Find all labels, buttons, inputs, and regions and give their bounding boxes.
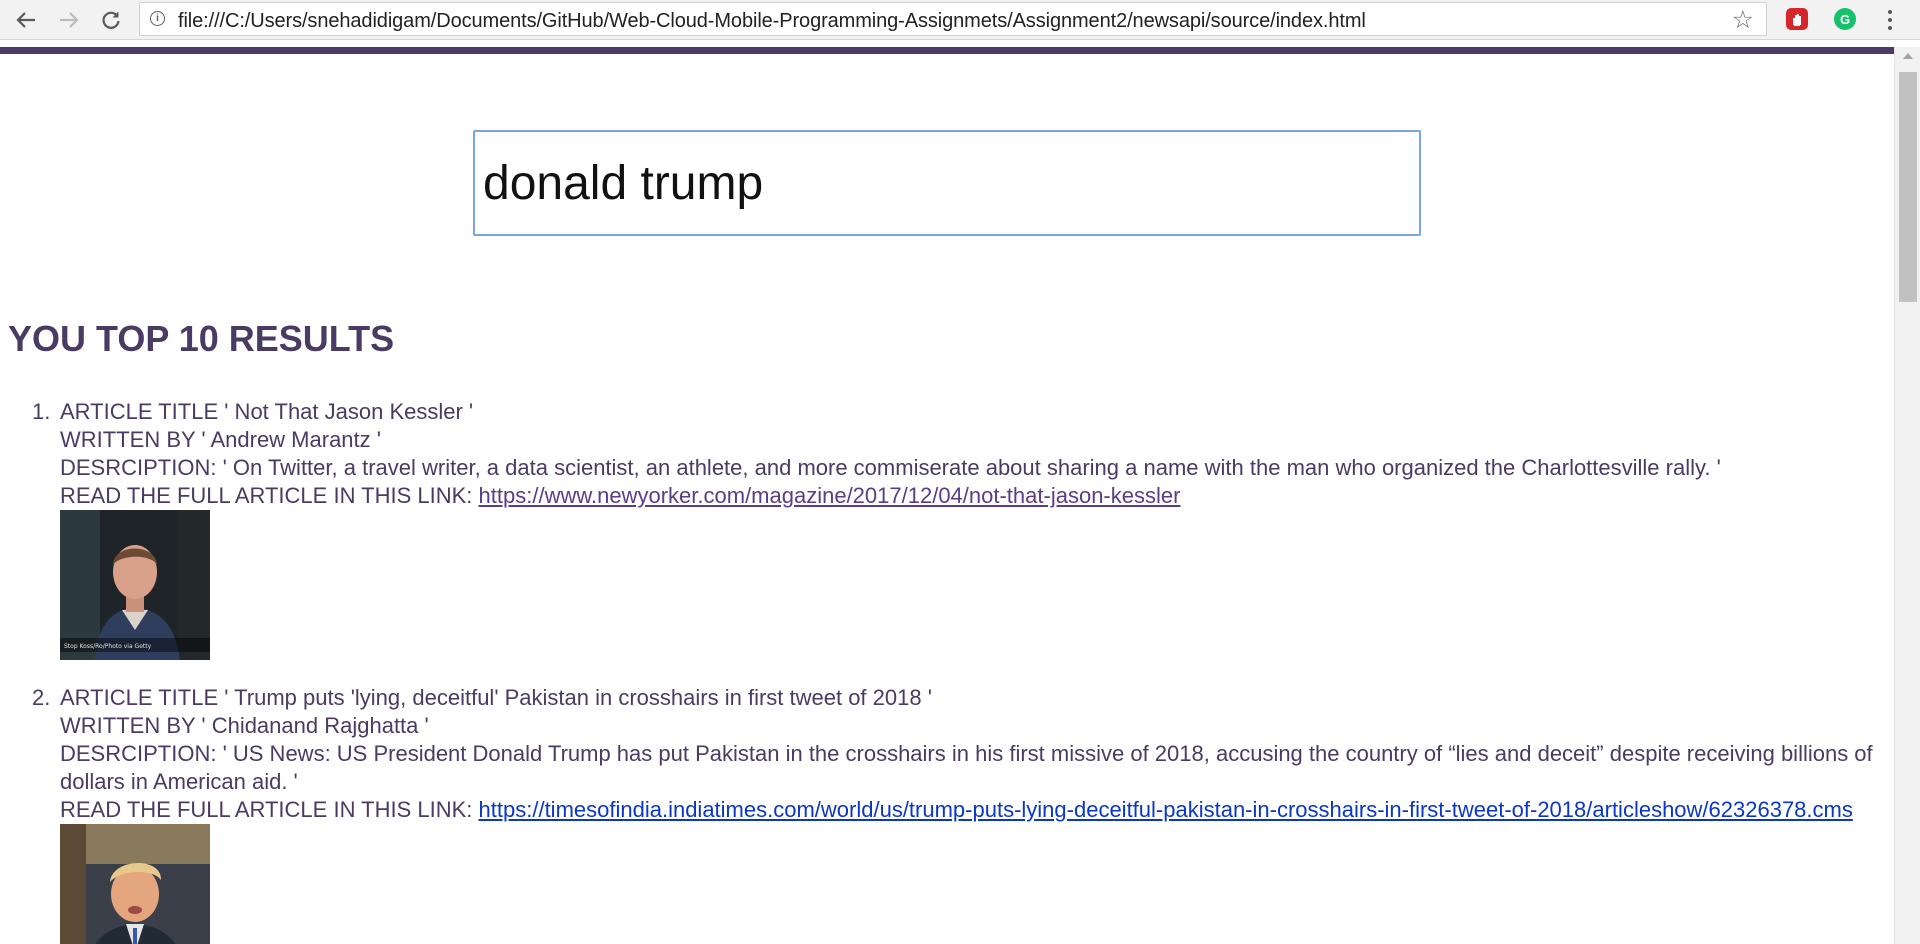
star-icon[interactable]: ☆ [1732, 5, 1754, 35]
browser-toolbar: i file:///C:/Users/snehadidigam/Document… [0, 0, 1920, 40]
info-icon[interactable]: i [150, 11, 165, 26]
article-body: ARTICLE TITLE ' Trump puts 'lying, decei… [60, 684, 1880, 944]
article-description: DESRCIPTION: ' On Twitter, a travel writ… [60, 455, 1721, 480]
reload-button[interactable] [97, 6, 125, 34]
scroll-up-arrow-icon[interactable] [1903, 53, 1913, 59]
page-accent-bar [0, 47, 1894, 54]
article-link-prefix: READ THE FULL ARTICLE IN THIS LINK: [60, 797, 479, 822]
url-text[interactable]: file:///C:/Users/snehadidigam/Documents/… [178, 10, 1366, 33]
address-bar[interactable]: i file:///C:/Users/snehadidigam/Document… [139, 2, 1767, 36]
page-content: YOU TOP 10 RESULTS 1. ARTICLE TITLE ' No… [0, 54, 1894, 944]
browser-menu-icon[interactable] [1880, 7, 1900, 33]
forward-button[interactable] [55, 6, 83, 34]
adblock-extension-icon[interactable] [1786, 8, 1808, 30]
article-thumbnail[interactable] [60, 824, 210, 944]
article-number: 2. [32, 685, 51, 710]
article-link[interactable]: https://timesofindia.indiatimes.com/worl… [479, 797, 1853, 822]
article-link[interactable]: https://www.newyorker.com/magazine/2017/… [479, 483, 1181, 508]
back-button[interactable] [12, 6, 40, 34]
arrow-left-icon [16, 12, 35, 28]
article-number: 1. [32, 399, 51, 424]
reload-icon [102, 11, 120, 29]
thumbnail-caption: Stop Koss/Ro/Photo via Getty [64, 643, 152, 650]
arrow-right-icon [60, 12, 79, 28]
grammarly-extension-icon[interactable]: G [1834, 8, 1856, 30]
article-link-line: READ THE FULL ARTICLE IN THIS LINK: http… [60, 796, 1880, 824]
article-body: ARTICLE TITLE ' Not That Jason Kessler '… [60, 398, 1880, 660]
article-title: ARTICLE TITLE ' Trump puts 'lying, decei… [60, 685, 932, 710]
article-description: DESRCIPTION: ' US News: US President Don… [60, 741, 1873, 794]
article-thumbnail-image: Stop Koss/Ro/Photo via Getty [60, 510, 210, 660]
results-heading: YOU TOP 10 RESULTS [8, 318, 395, 359]
hand-icon [1793, 14, 1801, 26]
search-input[interactable] [473, 130, 1421, 236]
scrollbar-thumb[interactable] [1899, 72, 1917, 302]
article-link-line: READ THE FULL ARTICLE IN THIS LINK: http… [60, 482, 1880, 510]
article-link-prefix: READ THE FULL ARTICLE IN THIS LINK: [60, 483, 479, 508]
article-title: ARTICLE TITLE ' Not That Jason Kessler ' [60, 399, 474, 424]
article-thumbnail[interactable]: Stop Koss/Ro/Photo via Getty [60, 510, 210, 660]
article-thumbnail-image [60, 824, 210, 944]
article-author: WRITTEN BY ' Andrew Marantz ' [60, 427, 381, 452]
article-author: WRITTEN BY ' Chidanand Rajghatta ' [60, 713, 429, 738]
vertical-scrollbar[interactable] [1894, 47, 1920, 944]
